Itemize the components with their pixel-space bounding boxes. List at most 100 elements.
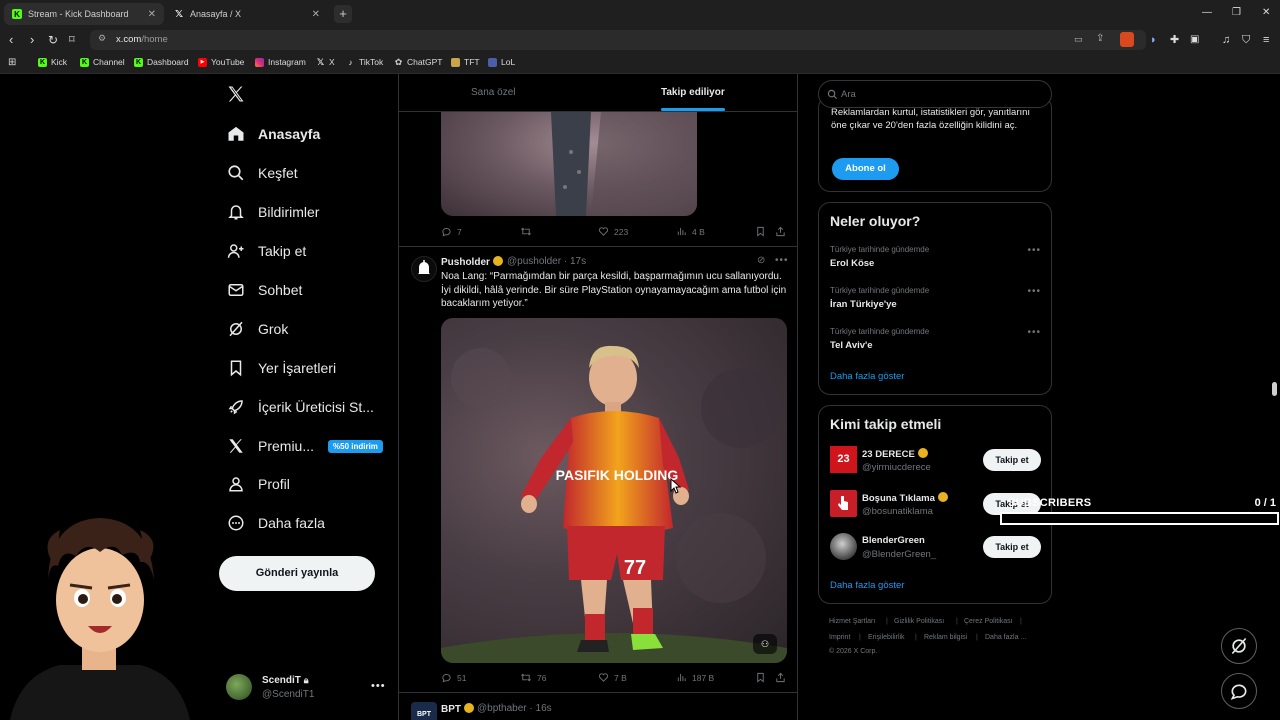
bookmark-dashboard[interactable]: K Dashboard <box>134 57 189 67</box>
tweet-more-icon[interactable]: ••• <box>775 255 789 266</box>
footer-privacy-link[interactable]: Gizlilik Politikası <box>894 618 944 625</box>
share-icon[interactable]: ⇪ <box>1096 33 1104 44</box>
share-tweet-icon[interactable] <box>775 226 791 237</box>
nav-messages[interactable]: Sohbet <box>226 276 302 304</box>
repost-stat[interactable] <box>520 226 537 237</box>
vpn-icon[interactable]: ⛉ <box>1242 32 1250 48</box>
bookmark-instagram[interactable]: Instagram <box>255 57 306 67</box>
brave-shield-icon[interactable] <box>1120 32 1134 47</box>
bookmark-chatgpt[interactable]: ✿ ChatGPT <box>394 57 443 68</box>
trend-more-icon[interactable]: ••• <box>1027 286 1041 297</box>
grok-float-button[interactable] <box>1221 628 1257 664</box>
maximize-icon[interactable]: ❐ <box>1232 7 1241 18</box>
grok-explain-icon[interactable]: ⊘ <box>757 255 765 266</box>
nav-premium[interactable]: Premiu... %50 indirim <box>226 432 383 460</box>
nav-home[interactable]: Anasayfa <box>226 120 320 148</box>
trend-more-icon[interactable]: ••• <box>1027 327 1041 338</box>
tweet-photo[interactable]: PASIFIK HOLDING 77 ⚇ <box>441 318 787 663</box>
messages-float-button[interactable] <box>1221 673 1257 709</box>
like-stat[interactable]: 7 B <box>598 672 627 683</box>
bookmark-page-icon[interactable]: ⌑ <box>69 32 75 48</box>
bookmark-tweet-icon[interactable] <box>755 672 771 683</box>
sidebar-icon[interactable]: ▣ <box>1190 32 1199 48</box>
address-bar[interactable]: ⚙ x.com/home ▭ ⇪ <box>90 30 1146 50</box>
trend-item[interactable]: Türkiye tarihinde gündemde Tel Aviv'e ••… <box>819 323 1051 363</box>
avatar[interactable]: 23 <box>830 446 857 473</box>
nav-grok[interactable]: Grok <box>226 315 288 343</box>
subscribe-button[interactable]: Abone ol <box>832 158 899 180</box>
footer-imprint-link[interactable]: Imprint <box>829 634 850 641</box>
bookmark-tweet-icon[interactable] <box>755 226 771 237</box>
reply-stat[interactable]: 7 <box>441 226 462 237</box>
footer-accessibility-link[interactable]: Erişilebilirlik <box>868 634 905 641</box>
bookmark-x[interactable]: 𝕏X <box>316 57 335 68</box>
tweet-handle[interactable]: @bpthaber <box>477 703 527 714</box>
tweet-author[interactable]: BPT <box>441 703 474 715</box>
show-more-link[interactable]: Daha fazla göster <box>830 580 904 591</box>
tab-for-you[interactable]: Sana özel <box>471 87 515 98</box>
nav-notifications[interactable]: Bildirimler <box>226 198 319 226</box>
views-stat[interactable]: 187 B <box>676 672 714 683</box>
suggestion-name[interactable]: BlenderGreen <box>862 535 925 546</box>
tweet-time[interactable]: · 16s <box>529 703 551 714</box>
wallet-icon[interactable]: ◗ <box>1150 32 1157 48</box>
suggestion-name[interactable]: 23 DERECE <box>862 448 928 460</box>
like-stat[interactable]: 223 <box>598 226 628 237</box>
suggestion-name[interactable]: Boşuna Tıklama <box>862 492 948 504</box>
bookmark-tiktok[interactable]: ♪ TikTok <box>346 57 384 67</box>
bookmark-youtube[interactable]: ▶ YouTube <box>198 57 244 67</box>
views-stat[interactable]: 4 B <box>676 226 705 237</box>
media-edit-icon[interactable]: ⚇ <box>753 634 777 654</box>
avatar[interactable]: BPT <box>411 702 437 720</box>
nav-bookmarks[interactable]: Yer İşaretleri <box>226 354 336 382</box>
forward-icon[interactable]: › <box>30 32 34 48</box>
back-icon[interactable]: ‹ <box>9 32 13 48</box>
tab-following[interactable]: Takip ediliyor <box>661 87 725 98</box>
bookmark-tft[interactable]: TFT <box>451 57 480 67</box>
avatar[interactable] <box>830 533 857 560</box>
trend-more-icon[interactable]: ••• <box>1027 245 1041 256</box>
tweet-media[interactable] <box>441 112 697 216</box>
tweet-handle[interactable]: @pusholder <box>507 256 561 267</box>
reply-stat[interactable]: 51 <box>441 672 466 683</box>
x-logo-icon[interactable] <box>226 84 246 109</box>
new-tab-button[interactable]: + <box>334 5 352 23</box>
bookmark-kick[interactable]: K Kick <box>38 57 67 67</box>
tab-x-home[interactable]: 𝕏 Anasayfa / X ✕ <box>166 3 328 25</box>
bookmark-lol[interactable]: LoL <box>488 57 515 67</box>
post-button[interactable]: Gönderi yayınla <box>219 556 375 591</box>
page-scrollbar-thumb[interactable] <box>1272 382 1277 396</box>
avatar[interactable] <box>226 674 252 700</box>
site-settings-icon[interactable]: ⚙ <box>98 33 106 44</box>
nav-more[interactable]: Daha fazla <box>226 509 325 537</box>
apps-grid-icon[interactable]: ⊞ <box>8 57 16 68</box>
tweet-author[interactable]: Pusholder <box>441 256 503 268</box>
avatar[interactable] <box>830 490 857 517</box>
media-icon[interactable]: ♫ <box>1222 32 1230 48</box>
menu-icon[interactable]: ≡ <box>1263 32 1269 48</box>
trend-item[interactable]: Türkiye tarihinde gündemde İran Türkiye'… <box>819 282 1051 322</box>
footer-terms-link[interactable]: Hizmet Şartları <box>829 618 875 625</box>
share-tweet-icon[interactable] <box>775 672 791 683</box>
nav-explore[interactable]: Keşfet <box>226 159 298 187</box>
footer-ads-info-link[interactable]: Reklam bilgisi <box>924 634 967 641</box>
avatar[interactable] <box>411 256 437 282</box>
extensions-icon[interactable]: ✚ <box>1170 32 1179 48</box>
nav-follow[interactable]: Takip et <box>226 237 306 265</box>
follow-button[interactable]: Takip et <box>983 536 1041 558</box>
follow-button[interactable]: Takip et <box>983 449 1041 471</box>
repost-stat[interactable]: 76 <box>520 672 546 683</box>
close-window-icon[interactable]: ✕ <box>1262 7 1270 18</box>
tab-kick-dashboard[interactable]: K Stream - Kick Dashboard ✕ <box>4 3 164 25</box>
nav-profile[interactable]: Profil <box>226 470 290 498</box>
close-tab-icon[interactable]: ✕ <box>148 9 156 20</box>
screen-cast-icon[interactable]: ▭ <box>1074 34 1083 45</box>
nav-creator-studio[interactable]: İçerik Üreticisi St... <box>226 393 374 421</box>
account-menu-icon[interactable]: ••• <box>371 680 386 692</box>
reload-icon[interactable]: ↻ <box>48 32 58 48</box>
trend-item[interactable]: Türkiye tarihinde gündemde Erol Köse ••• <box>819 241 1051 281</box>
search-box[interactable]: Ara <box>818 80 1052 108</box>
close-tab-icon[interactable]: ✕ <box>312 9 320 20</box>
tweet-time[interactable]: · 17s <box>564 256 586 267</box>
minimize-icon[interactable]: — <box>1202 7 1212 18</box>
